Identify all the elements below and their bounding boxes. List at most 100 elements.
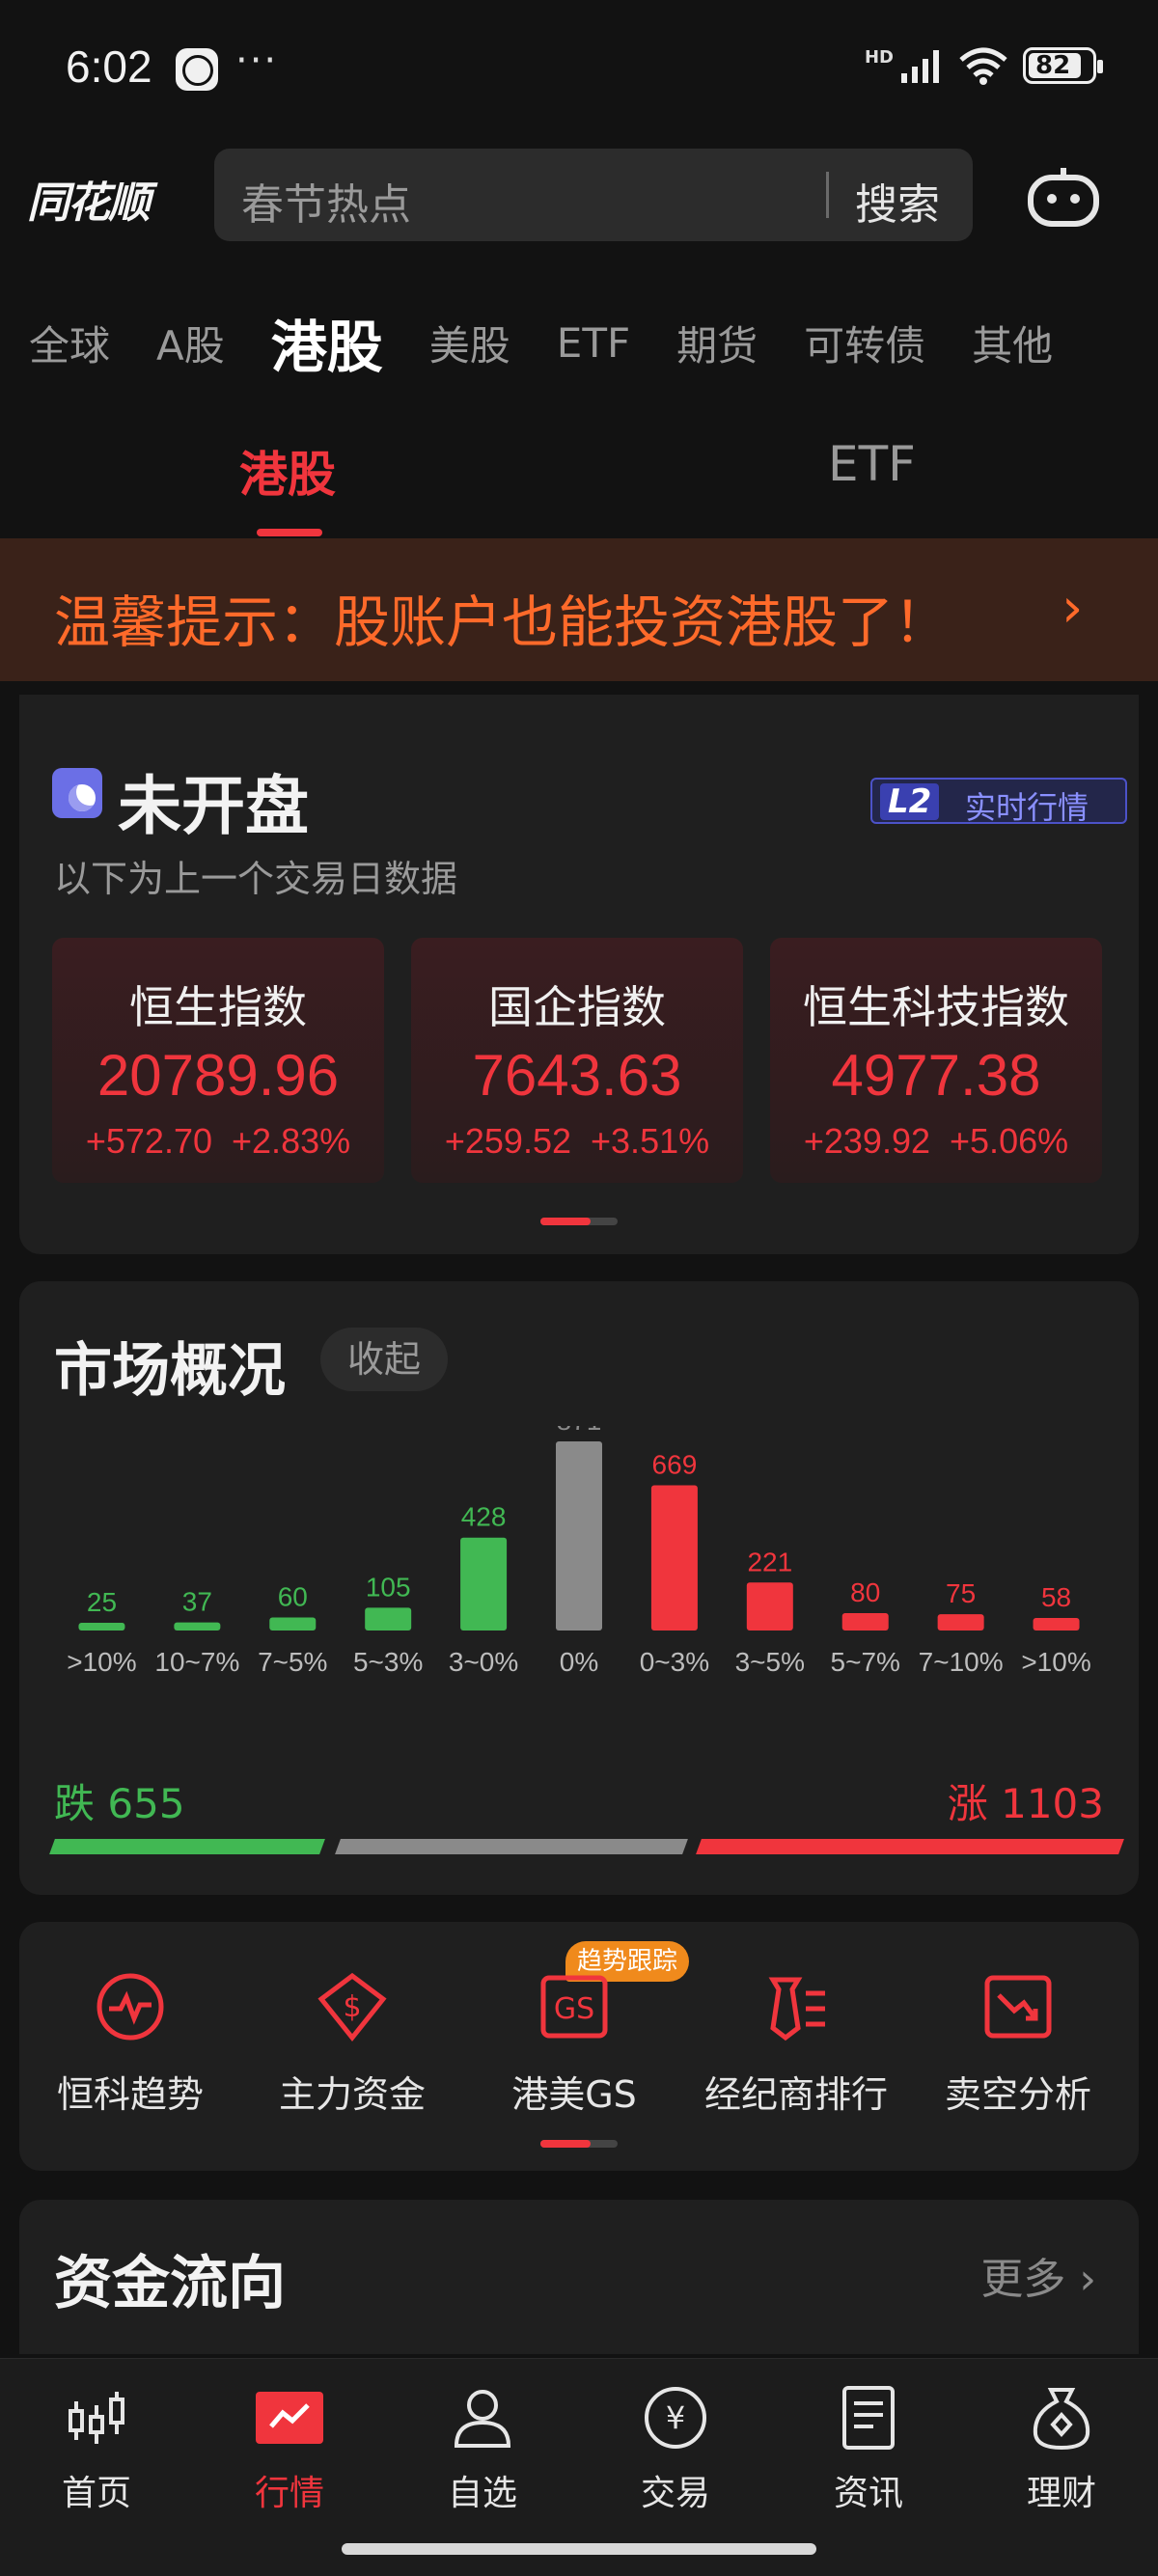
chart-bar (365, 1607, 412, 1631)
robot-icon[interactable] (1027, 166, 1100, 228)
svg-text:¥: ¥ (666, 2399, 685, 2436)
up-count: 涨 1103 (947, 1780, 1104, 1827)
category-label: 5~3% (353, 1647, 423, 1677)
chart-bar (746, 1582, 793, 1631)
bar-value-label: 428 (461, 1502, 507, 1532)
tab-etf[interactable]: ETF (557, 319, 630, 367)
tab-us[interactable]: 美股 (429, 314, 510, 372)
fund-flow-title: 资金流向 (54, 2250, 286, 2317)
index-name: 恒生科技指数 (803, 981, 1069, 1033)
tab-futures[interactable]: 期货 (676, 314, 758, 372)
bar-value-label: 221 (747, 1547, 792, 1576)
l2-realtime-badge[interactable]: L2 实时行情 (870, 778, 1127, 826)
market-overview-title: 市场概况 (54, 1337, 286, 1405)
index-hsi[interactable]: 恒生指数 20789.96 +572.70 +2.83% (52, 938, 384, 1183)
user-icon (454, 2390, 511, 2448)
nav-label: 交易 (640, 2474, 710, 2513)
index-card: 未开盘 L2 实时行情 以下为上一个交易日数据 恒生指数 20789.96 +5… (19, 695, 1139, 1254)
index-value: 20789.96 (96, 1043, 340, 1108)
tool-hstech-trend[interactable]: 恒科趋势 (29, 1970, 232, 2118)
svg-text:GS: GS (554, 1992, 594, 2026)
document-icon (842, 2386, 895, 2450)
index-change: +239.92 +5.06% (803, 1121, 1069, 1161)
tools-card: 趋势跟踪 恒科趋势 $ 主力资金 GS 港美GS 经纪商排行 卖空分析 (19, 1922, 1139, 2171)
app-logo[interactable]: 同花顺 (27, 168, 151, 230)
category-label: 5~7% (831, 1647, 900, 1677)
sub-tabs: 港股 ETF (0, 425, 1158, 538)
tool-hk-us-gs[interactable]: GS 港美GS (473, 1970, 676, 2118)
market-overview-card: 市场概况 收起 25 >10% 37 10~7% 60 7~5% 105 5~3% 428 3~0… (19, 1281, 1139, 1895)
nav-watchlist[interactable]: 自选 (386, 2384, 579, 2515)
category-label: 10~7% (154, 1647, 239, 1677)
chart-bar (269, 1617, 317, 1631)
index-hscei[interactable]: 国企指数 7643.63 +259.52 +3.51% (411, 938, 743, 1183)
more-link[interactable]: 更多 › (980, 2244, 1096, 2306)
tab-global[interactable]: 全球 (29, 314, 110, 372)
subtab-hk[interactable]: 港股 (239, 436, 336, 506)
chart-bar (460, 1537, 508, 1631)
chart-bar (556, 1441, 602, 1631)
clock-app-icon (176, 48, 218, 91)
header: 同花顺 春节热点 搜索 (0, 135, 1158, 260)
index-hstech[interactable]: 恒生科技指数 4977.38 +239.92 +5.06% (770, 938, 1102, 1183)
bar-value-label: 75 (946, 1578, 976, 1608)
market-tabs: 全球 A股 港股 美股 ETF 期货 可转债 其他 (0, 289, 1158, 396)
category-label: 0~3% (640, 1647, 709, 1677)
moon-icon (52, 768, 102, 818)
index-change: +572.70 +2.83% (85, 1121, 351, 1161)
tab-a-share[interactable]: A股 (156, 314, 225, 372)
bar-value-label: 60 (278, 1581, 308, 1611)
bar-value-label: 25 (87, 1587, 117, 1617)
trend-icon (96, 1973, 164, 2041)
prev-day-note: 以下为上一个交易日数据 (54, 858, 458, 900)
tool-short-analysis[interactable]: 卖空分析 (917, 1970, 1119, 2118)
chevron-right-icon: › (1062, 577, 1084, 640)
index-name: 国企指数 (488, 981, 666, 1033)
category-label: 3~0% (449, 1647, 518, 1677)
nav-market[interactable]: 行情 (193, 2384, 386, 2515)
search-input[interactable]: 春节热点 (241, 170, 411, 232)
subtab-etf[interactable]: ETF (828, 436, 916, 492)
tab-hk[interactable]: 港股 (271, 302, 383, 383)
collapse-button[interactable]: 收起 (320, 1328, 448, 1391)
chart-bar (841, 1612, 889, 1631)
index-pager (540, 1218, 618, 1225)
distribution-chart: 25 >10% 37 10~7% 60 7~5% 105 5~3% 428 3~0% 871 0% 66… (67, 1426, 1090, 1677)
short-icon (984, 1975, 1052, 2039)
search-divider (826, 172, 829, 218)
nav-label: 理财 (1026, 2474, 1096, 2513)
nav-label: 首页 (61, 2474, 131, 2513)
flat-ratio-bar (335, 1839, 688, 1854)
candlestick-icon (69, 2392, 124, 2444)
nav-home[interactable]: 首页 (0, 2384, 193, 2515)
nav-wealth[interactable]: 理财 (965, 2384, 1158, 2515)
search-button[interactable]: 搜索 (855, 170, 940, 232)
bar-value-label: 669 (652, 1449, 698, 1479)
nav-trade[interactable]: ¥ 交易 (579, 2384, 772, 2515)
index-name: 恒生指数 (129, 981, 307, 1033)
tab-other[interactable]: 其他 (972, 314, 1053, 372)
fund-flow-card: 资金流向 更多 › (19, 2200, 1139, 2354)
bar-value-label: 871 (557, 1426, 602, 1436)
index-change: +259.52 +3.51% (444, 1121, 710, 1161)
nav-label: 自选 (447, 2474, 517, 2513)
search-bar[interactable]: 春节热点 搜索 (214, 149, 973, 241)
gs-icon: GS (540, 1975, 608, 2039)
notice-banner[interactable]: 温馨提示：股账户也能投资港股了！ › (0, 538, 1158, 681)
nav-news[interactable]: 资讯 (772, 2384, 965, 2515)
up-ratio-bar (696, 1839, 1124, 1854)
tab-convertible[interactable]: 可转债 (804, 314, 925, 372)
market-status-title: 未开盘 (118, 769, 309, 843)
tool-label: 港美GS (511, 2073, 637, 2116)
battery-icon: 82 (1023, 47, 1103, 84)
tool-main-fund[interactable]: $ 主力资金 (251, 1970, 454, 2118)
tool-broker-rank[interactable]: 经纪商排行 (695, 1970, 897, 2118)
nav-label: 资讯 (833, 2474, 903, 2513)
chart-bar (78, 1623, 125, 1631)
chart-icon (256, 2392, 323, 2444)
category-label: 7~10% (919, 1647, 1004, 1677)
home-indicator[interactable] (342, 2543, 816, 2555)
category-label: 3~5% (735, 1647, 805, 1677)
tool-label: 恒科趋势 (56, 2073, 204, 2116)
chart-bar (174, 1622, 221, 1631)
